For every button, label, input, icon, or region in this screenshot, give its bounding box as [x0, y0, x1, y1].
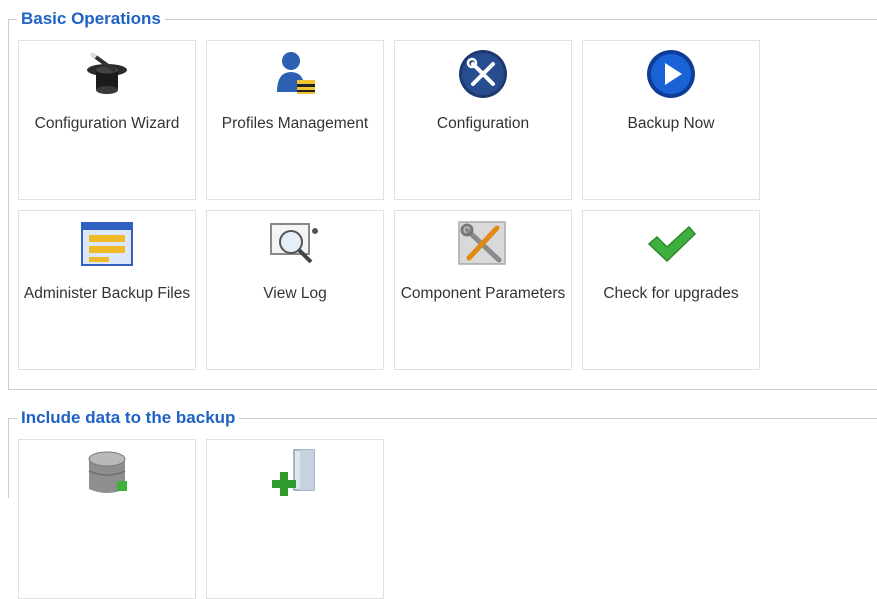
tools-icon [395, 49, 571, 99]
tile-label: Check for upgrades [603, 285, 739, 302]
magic-hat-icon [19, 49, 195, 99]
wrench-screwdriver-icon [395, 219, 571, 269]
tile-label: Configuration Wizard [34, 115, 180, 132]
add-files-button[interactable] [206, 439, 384, 599]
add-files-icon [207, 448, 383, 498]
section-title: Include data to the backup [17, 407, 240, 429]
tile-label: Configuration [436, 115, 530, 132]
database-tables-button[interactable] [18, 439, 196, 599]
check-for-upgrades-button[interactable]: Check for upgrades [582, 210, 760, 370]
backup-now-button[interactable]: Backup Now [582, 40, 760, 200]
database-icon [19, 448, 195, 498]
configuration-wizard-button[interactable]: Configuration Wizard [18, 40, 196, 200]
tile-label: Backup Now [627, 115, 715, 132]
profiles-management-button[interactable]: Profiles Management [206, 40, 384, 200]
view-log-button[interactable]: View Log [206, 210, 384, 370]
administer-backup-files-button[interactable]: Administer Backup Files [18, 210, 196, 370]
user-profile-icon [207, 49, 383, 99]
component-parameters-button[interactable]: Component Parameters [394, 210, 572, 370]
tile-label: Component Parameters [400, 285, 566, 302]
play-icon [583, 49, 759, 99]
tile-label: Administer Backup Files [23, 285, 191, 302]
section-title: Basic Operations [17, 8, 165, 30]
file-list-icon [19, 219, 195, 269]
magnifier-log-icon [207, 219, 383, 269]
tile-label: View Log [263, 285, 327, 302]
checkmark-icon [583, 219, 759, 269]
configuration-button[interactable]: Configuration [394, 40, 572, 200]
tile-label: Profiles Management [221, 115, 369, 132]
